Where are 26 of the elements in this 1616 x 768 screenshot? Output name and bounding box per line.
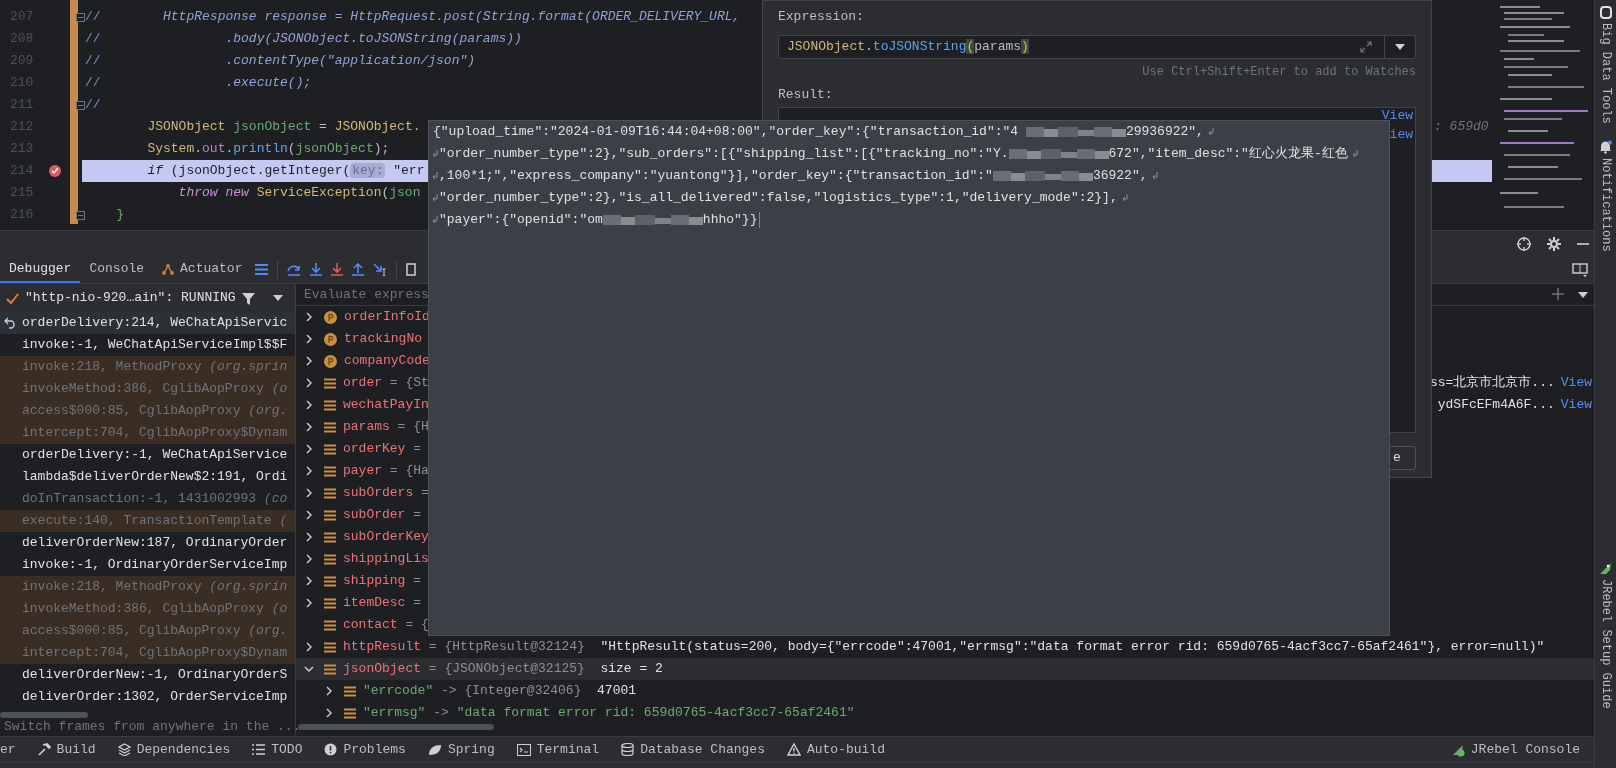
json-text: "order_number_type":2},"sub_orders":[{"shipping_list":[{"tracking_no":"Y. xyxy=(439,145,1009,164)
hint-text: Switch frames from anywhere in the ... xyxy=(4,718,301,737)
code-line: // HttpResponse response = HttpRequest.post(String.format(ORDER_DELIVERY_URL, xyxy=(84,8,741,27)
result-label: Result: xyxy=(778,86,834,104)
code-line: JSONObject jsonObject = JSONObject. xyxy=(146,118,421,137)
json-text: "payer":{"openid":"om xyxy=(439,211,603,230)
json-text: 36922", xyxy=(1092,167,1148,186)
code-line: if (jsonObject.getInteger(key: "err xyxy=(146,162,425,181)
json-text: 672","item_desc":"红心火龙果-红色 xyxy=(1108,145,1348,164)
code-line: // xyxy=(84,96,101,115)
json-text: {"upload_time":"2024-01-09T16:44:04+08:00","order_key":{"transaction_id":"4 xyxy=(433,123,1020,142)
json-text: hhho"}} xyxy=(702,211,758,230)
code-line: // .body(JSONObject.toJSONString(params)) xyxy=(84,30,522,49)
json-text: 29936922", xyxy=(1125,123,1204,142)
code-line: // .contentType("application/json") xyxy=(84,52,476,71)
watch-hint: Use Ctrl+Shift+Enter to add to Watches xyxy=(1142,64,1416,81)
code-line: // .execute(); xyxy=(84,74,312,93)
code-line: System.out.println(jsonObject); xyxy=(146,140,390,159)
json-text: "order_number_type":2},"is_all_delivered":false,"logistics_type":1,"delivery_mode":2}], xyxy=(439,189,1118,208)
expression-label: Expression: xyxy=(778,8,865,26)
expression-text: JSONObject.toJSONString(params) xyxy=(786,38,1029,57)
code-line: throw new ServiceException(json xyxy=(177,184,421,203)
inline-value-hint: : 659d0 xyxy=(1433,118,1489,137)
json-text: ,100*1;","express_company":"yuantong"}],"order_key":{"transaction_id":" xyxy=(439,167,993,186)
value-preview: ydSFcEFm4A6F... xyxy=(1437,396,1555,415)
code-line: } xyxy=(115,206,124,225)
